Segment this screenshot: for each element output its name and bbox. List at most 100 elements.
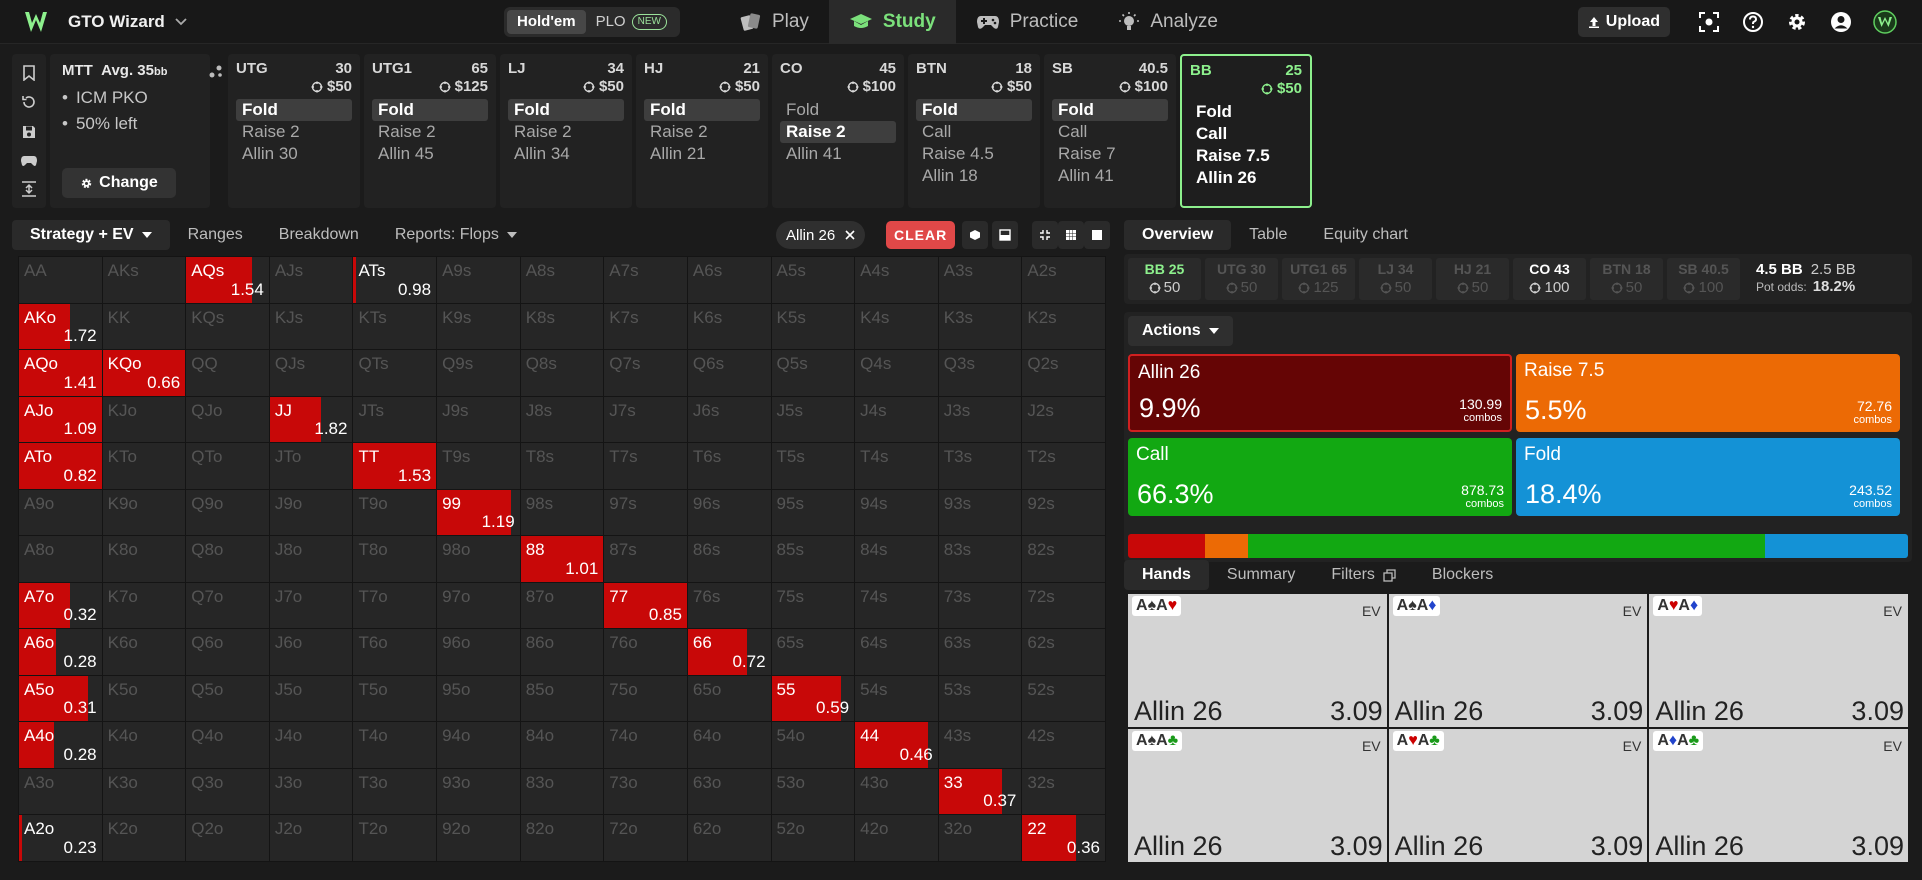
hand-cell-76o[interactable]: 76o (604, 629, 687, 675)
hand-cell-q6o[interactable]: Q6o (186, 629, 269, 675)
hand-cell-q7s[interactable]: Q7s (604, 350, 687, 396)
hand-cell-43s[interactable]: 43s (938, 722, 1022, 768)
hand-cell-99[interactable]: 99 1.19 (437, 489, 520, 536)
hand-cell-65s[interactable]: 65s (771, 629, 855, 675)
hand-cell-a6s[interactable]: A6s (687, 257, 771, 303)
clear-button[interactable]: CLEAR (886, 221, 956, 249)
hand-cell-85o[interactable]: 85o (520, 675, 604, 722)
hand-combo-card[interactable]: A♦A♣ EV Allin 26 3.09 (1649, 729, 1908, 862)
align-icon[interactable] (21, 181, 37, 197)
hand-cell-k4s[interactable]: K4s (855, 303, 938, 350)
position-action[interactable]: Call (1052, 121, 1168, 143)
hand-cell-j9s[interactable]: J9s (437, 396, 520, 443)
hand-cell-jts[interactable]: JTs (353, 396, 437, 443)
tab-hands[interactable]: Hands (1124, 560, 1209, 590)
plo-option[interactable]: PLO NEW (586, 10, 677, 34)
hand-cell-j3o[interactable]: J3o (269, 768, 353, 815)
action-filter-chip[interactable]: Allin 26 (776, 221, 866, 249)
hand-cell-jto[interactable]: JTo (269, 443, 353, 489)
hand-cell-k9o[interactable]: K9o (102, 489, 186, 536)
hand-cell-j6o[interactable]: J6o (269, 629, 353, 675)
hand-cell-q9s[interactable]: Q9s (437, 350, 520, 396)
hand-cell-84o[interactable]: 84o (520, 722, 604, 768)
hand-cell-87o[interactable]: 87o (520, 582, 604, 629)
view-single-button[interactable] (1084, 221, 1110, 249)
controller-icon[interactable] (21, 154, 37, 168)
hand-cell-62s[interactable]: 62s (1022, 629, 1105, 675)
hand-cell-a9s[interactable]: A9s (437, 257, 520, 303)
hand-cell-j8o[interactable]: J8o (269, 536, 353, 582)
hand-cell-ato[interactable]: ATo 0.82 (19, 443, 102, 489)
screenshot-button[interactable] (1694, 7, 1724, 37)
hand-cell-a5o[interactable]: A5o 0.31 (19, 675, 102, 722)
history-icon[interactable] (21, 94, 37, 110)
hand-cell-t5s[interactable]: T5s (771, 443, 855, 489)
hand-cell-94s[interactable]: 94s (855, 489, 938, 536)
position-action[interactable]: Allin 21 (644, 143, 760, 165)
action-box-3[interactable]: Fold 18.4% 243.52 combos (1516, 438, 1900, 516)
hand-cell-jj[interactable]: JJ 1.82 (269, 396, 353, 443)
position-action[interactable]: Allin 41 (780, 143, 896, 165)
hand-cell-k5o[interactable]: K5o (102, 675, 186, 722)
save-icon[interactable] (21, 124, 37, 140)
hand-cell-kqo[interactable]: KQo 0.66 (102, 350, 186, 396)
hand-cell-j3s[interactable]: J3s (938, 396, 1022, 443)
position-action[interactable]: Raise 2 (236, 121, 352, 143)
position-action[interactable]: Raise 7.5 (1190, 145, 1302, 167)
position-action[interactable]: Call (916, 121, 1032, 143)
hand-cell-62o[interactable]: 62o (687, 815, 771, 861)
hand-cell-ajs[interactable]: AJs (269, 257, 353, 303)
hand-cell-82s[interactable]: 82s (1022, 536, 1105, 582)
hand-cell-kto[interactable]: KTo (102, 443, 186, 489)
hand-cell-86s[interactable]: 86s (687, 536, 771, 582)
hand-cell-85s[interactable]: 85s (771, 536, 855, 582)
hand-cell-j7o[interactable]: J7o (269, 582, 353, 629)
hand-cell-j5o[interactable]: J5o (269, 675, 353, 722)
hand-cell-aqo[interactable]: AQo 1.41 (19, 350, 102, 396)
position-action[interactable]: Allin 41 (1052, 165, 1168, 187)
nav-play[interactable]: Play (720, 0, 829, 44)
position-action[interactable]: Raise 4.5 (916, 143, 1032, 165)
hand-cell-t8o[interactable]: T8o (353, 536, 437, 582)
hand-cell-t2s[interactable]: T2s (1022, 443, 1105, 489)
hand-cell-43o[interactable]: 43o (855, 768, 938, 815)
hand-combo-card[interactable]: A♥A♣ EV Allin 26 3.09 (1388, 729, 1648, 862)
hand-cell-87s[interactable]: 87s (604, 536, 687, 582)
hand-cell-63s[interactable]: 63s (938, 629, 1022, 675)
hand-cell-t9o[interactable]: T9o (353, 489, 437, 536)
hand-cell-a4s[interactable]: A4s (855, 257, 938, 303)
seat-7[interactable]: SB 40.5 100 (1667, 258, 1740, 300)
hand-cell-k7o[interactable]: K7o (102, 582, 186, 629)
hand-cell-t8s[interactable]: T8s (520, 443, 604, 489)
hand-cell-k2s[interactable]: K2s (1022, 303, 1105, 350)
tab-summary[interactable]: Summary (1209, 560, 1313, 590)
position-action[interactable]: Fold (372, 99, 488, 121)
hand-cell-kjs[interactable]: KJs (269, 303, 353, 350)
hand-cell-32o[interactable]: 32o (938, 815, 1022, 861)
hand-cell-j9o[interactable]: J9o (269, 489, 353, 536)
hand-cell-ats[interactable]: ATs 0.98 (353, 257, 437, 303)
upload-button[interactable]: Upload (1577, 7, 1670, 37)
hand-cell-q2o[interactable]: Q2o (186, 815, 269, 861)
position-card-utg1[interactable]: UTG1 65 $125 Fold Raise 2 Allin 45 (364, 54, 496, 208)
hand-cell-qts[interactable]: QTs (353, 350, 437, 396)
hand-cell-k8o[interactable]: K8o (102, 536, 186, 582)
hand-cell-t9s[interactable]: T9s (437, 443, 520, 489)
change-button[interactable]: Change (62, 168, 176, 198)
hand-cell-94o[interactable]: 94o (437, 722, 520, 768)
hand-cell-j8s[interactable]: J8s (520, 396, 604, 443)
position-card-bb[interactable]: BB 25 $50 Fold Call Raise 7.5 Allin 26 (1180, 54, 1312, 208)
position-card-lj[interactable]: LJ 34 $50 Fold Raise 2 Allin 34 (500, 54, 632, 208)
hand-cell-a4o[interactable]: A4o 0.28 (19, 722, 102, 768)
hand-cell-54o[interactable]: 54o (771, 722, 855, 768)
hand-cell-k9s[interactable]: K9s (437, 303, 520, 350)
hand-cell-aks[interactable]: AKs (102, 257, 186, 303)
position-action[interactable]: Raise 2 (372, 121, 488, 143)
hand-cell-a8s[interactable]: A8s (520, 257, 604, 303)
bookmark-icon[interactable] (22, 64, 36, 81)
subscription-button[interactable] (1870, 7, 1900, 37)
position-action[interactable]: Allin 45 (372, 143, 488, 165)
hand-cell-22[interactable]: 22 0.36 (1022, 815, 1105, 861)
tab-reports-flops[interactable]: Reports: Flops (377, 220, 535, 250)
tab-table[interactable]: Table (1231, 220, 1305, 250)
